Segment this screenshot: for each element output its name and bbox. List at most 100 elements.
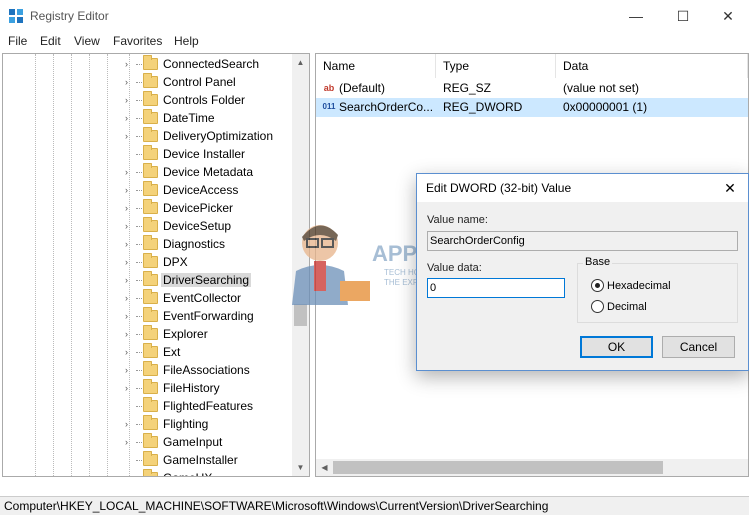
value-name: SearchOrderCo...	[339, 100, 434, 114]
expand-chevron-icon[interactable]: ›	[125, 113, 133, 123]
expand-chevron-icon[interactable]: ›	[125, 77, 133, 87]
tree-item[interactable]: › EventForwarding	[3, 307, 303, 325]
scroll-thumb[interactable]	[294, 304, 307, 326]
expand-chevron-icon[interactable]: ›	[125, 437, 133, 447]
menu-help[interactable]: Help	[174, 34, 199, 48]
tree-item-label: DPX	[163, 255, 188, 269]
tree-item[interactable]: › GameUX	[3, 469, 303, 476]
tree-item[interactable]: Device Installer	[3, 145, 303, 163]
tree-item-label: Flighting	[163, 417, 209, 431]
tree-item[interactable]: › DeviceAccess	[3, 181, 303, 199]
expand-chevron-icon[interactable]: ›	[125, 239, 133, 249]
tree-item[interactable]: › Explorer	[3, 325, 303, 343]
folder-icon	[143, 451, 158, 466]
tree-item[interactable]: › FileHistory	[3, 379, 303, 397]
menu-view[interactable]: View	[74, 34, 100, 48]
tree-connector	[136, 370, 142, 371]
decimal-radio[interactable]	[591, 300, 604, 313]
expand-chevron-icon[interactable]: ›	[125, 131, 133, 141]
tree-item[interactable]: › ConnectedSearch	[3, 55, 303, 73]
expand-chevron-icon[interactable]: ›	[125, 95, 133, 105]
maximize-button[interactable]: ☐	[660, 0, 706, 32]
tree-vertical-scrollbar[interactable]: ▲ ▼	[292, 54, 309, 476]
tree-connector	[136, 82, 142, 83]
scroll-down-icon[interactable]: ▼	[292, 459, 309, 476]
tree-item[interactable]: › Ext	[3, 343, 303, 361]
expand-chevron-icon[interactable]: ›	[125, 167, 133, 177]
tree-item[interactable]: › DPX	[3, 253, 303, 271]
base-groupbox	[577, 263, 738, 323]
tree-item[interactable]: › DevicePicker	[3, 199, 303, 217]
expand-chevron-icon[interactable]: ›	[125, 221, 133, 231]
expand-chevron-icon[interactable]: ›	[125, 275, 133, 285]
expand-chevron-icon[interactable]: ›	[125, 383, 133, 393]
cancel-button[interactable]: Cancel	[662, 336, 735, 358]
folder-icon	[143, 145, 158, 160]
expand-chevron-icon[interactable]: ›	[125, 329, 133, 339]
value-name-field[interactable]: SearchOrderConfig	[427, 231, 738, 251]
value-data-input[interactable]: 0	[427, 278, 565, 298]
value-row-searchorderconfig[interactable]: 011 SearchOrderCo... REG_DWORD 0x0000000…	[316, 98, 748, 117]
scroll-thumb[interactable]	[333, 461, 663, 474]
expand-chevron-icon[interactable]: ›	[125, 473, 133, 476]
column-header-name[interactable]: Name	[316, 54, 436, 78]
tree-item[interactable]: FlightedFeatures	[3, 397, 303, 415]
tree-item-label: EventForwarding	[163, 309, 254, 323]
tree-item-label: DeliveryOptimization	[163, 129, 274, 143]
tree-item[interactable]: › DeviceSetup	[3, 217, 303, 235]
column-header-type[interactable]: Type	[436, 54, 556, 78]
expand-chevron-icon[interactable]: ›	[125, 257, 133, 267]
hexadecimal-label[interactable]: Hexadecimal	[607, 280, 671, 292]
expand-chevron-icon[interactable]: ›	[125, 185, 133, 195]
expand-chevron-icon[interactable]: ›	[125, 59, 133, 69]
scroll-left-icon[interactable]: ◀	[316, 459, 333, 476]
dialog-close-icon[interactable]: ✕	[718, 177, 742, 199]
tree-connector	[136, 406, 142, 407]
registry-tree[interactable]: › ConnectedSearch › Control Panel › Controls …	[2, 53, 310, 477]
folder-icon	[143, 91, 158, 106]
list-horizontal-scrollbar[interactable]: ◀	[316, 459, 748, 476]
menu-file[interactable]: File	[8, 34, 27, 48]
tree-item[interactable]: › Flighting	[3, 415, 303, 433]
expand-chevron-icon[interactable]: ›	[125, 419, 133, 429]
tree-item[interactable]: › DeliveryOptimization	[3, 127, 303, 145]
tree-connector	[136, 136, 142, 137]
tree-item[interactable]: › Device Metadata	[3, 163, 303, 181]
tree-connector	[136, 172, 142, 173]
close-button[interactable]: ✕	[705, 0, 749, 32]
menu-favorites[interactable]: Favorites	[113, 34, 162, 48]
folder-icon	[143, 343, 158, 358]
tree-connector	[136, 64, 142, 65]
decimal-label[interactable]: Decimal	[607, 301, 647, 313]
tree-item[interactable]: GameInstaller	[3, 451, 303, 469]
tree-item[interactable]: › Control Panel	[3, 73, 303, 91]
tree-item[interactable]: › GameInput	[3, 433, 303, 451]
tree-item-label: FileHistory	[163, 381, 220, 395]
expand-chevron-icon[interactable]: ›	[125, 311, 133, 321]
tree-item[interactable]: › Controls Folder	[3, 91, 303, 109]
value-type: REG_DWORD	[443, 100, 523, 114]
expand-chevron-icon[interactable]: ›	[125, 347, 133, 357]
scroll-up-icon[interactable]: ▲	[292, 54, 309, 71]
ok-button[interactable]: OK	[580, 336, 653, 358]
tree-item[interactable]: › Diagnostics	[3, 235, 303, 253]
folder-icon	[143, 433, 158, 448]
value-row-default[interactable]: ab (Default) REG_SZ (value not set)	[316, 79, 748, 98]
dialog-title-bar: Edit DWORD (32-bit) Value ✕	[417, 174, 748, 202]
folder-icon	[143, 163, 158, 178]
hexadecimal-radio[interactable]	[591, 279, 604, 292]
tree-item[interactable]: › EventCollector	[3, 289, 303, 307]
minimize-button[interactable]: —	[613, 0, 659, 32]
menu-edit[interactable]: Edit	[40, 34, 61, 48]
value-data: (value not set)	[563, 81, 640, 95]
expand-chevron-icon[interactable]: ›	[125, 365, 133, 375]
folder-icon	[143, 325, 158, 340]
tree-item[interactable]: › DateTime	[3, 109, 303, 127]
expand-chevron-icon[interactable]: ›	[125, 293, 133, 303]
dialog-title: Edit DWORD (32-bit) Value	[426, 181, 572, 195]
column-header-data[interactable]: Data	[556, 54, 748, 78]
tree-item[interactable]: › FileAssociations	[3, 361, 303, 379]
tree-item[interactable]: › DriverSearching	[3, 271, 303, 289]
expand-chevron-icon[interactable]: ›	[125, 203, 133, 213]
folder-icon	[143, 469, 158, 476]
